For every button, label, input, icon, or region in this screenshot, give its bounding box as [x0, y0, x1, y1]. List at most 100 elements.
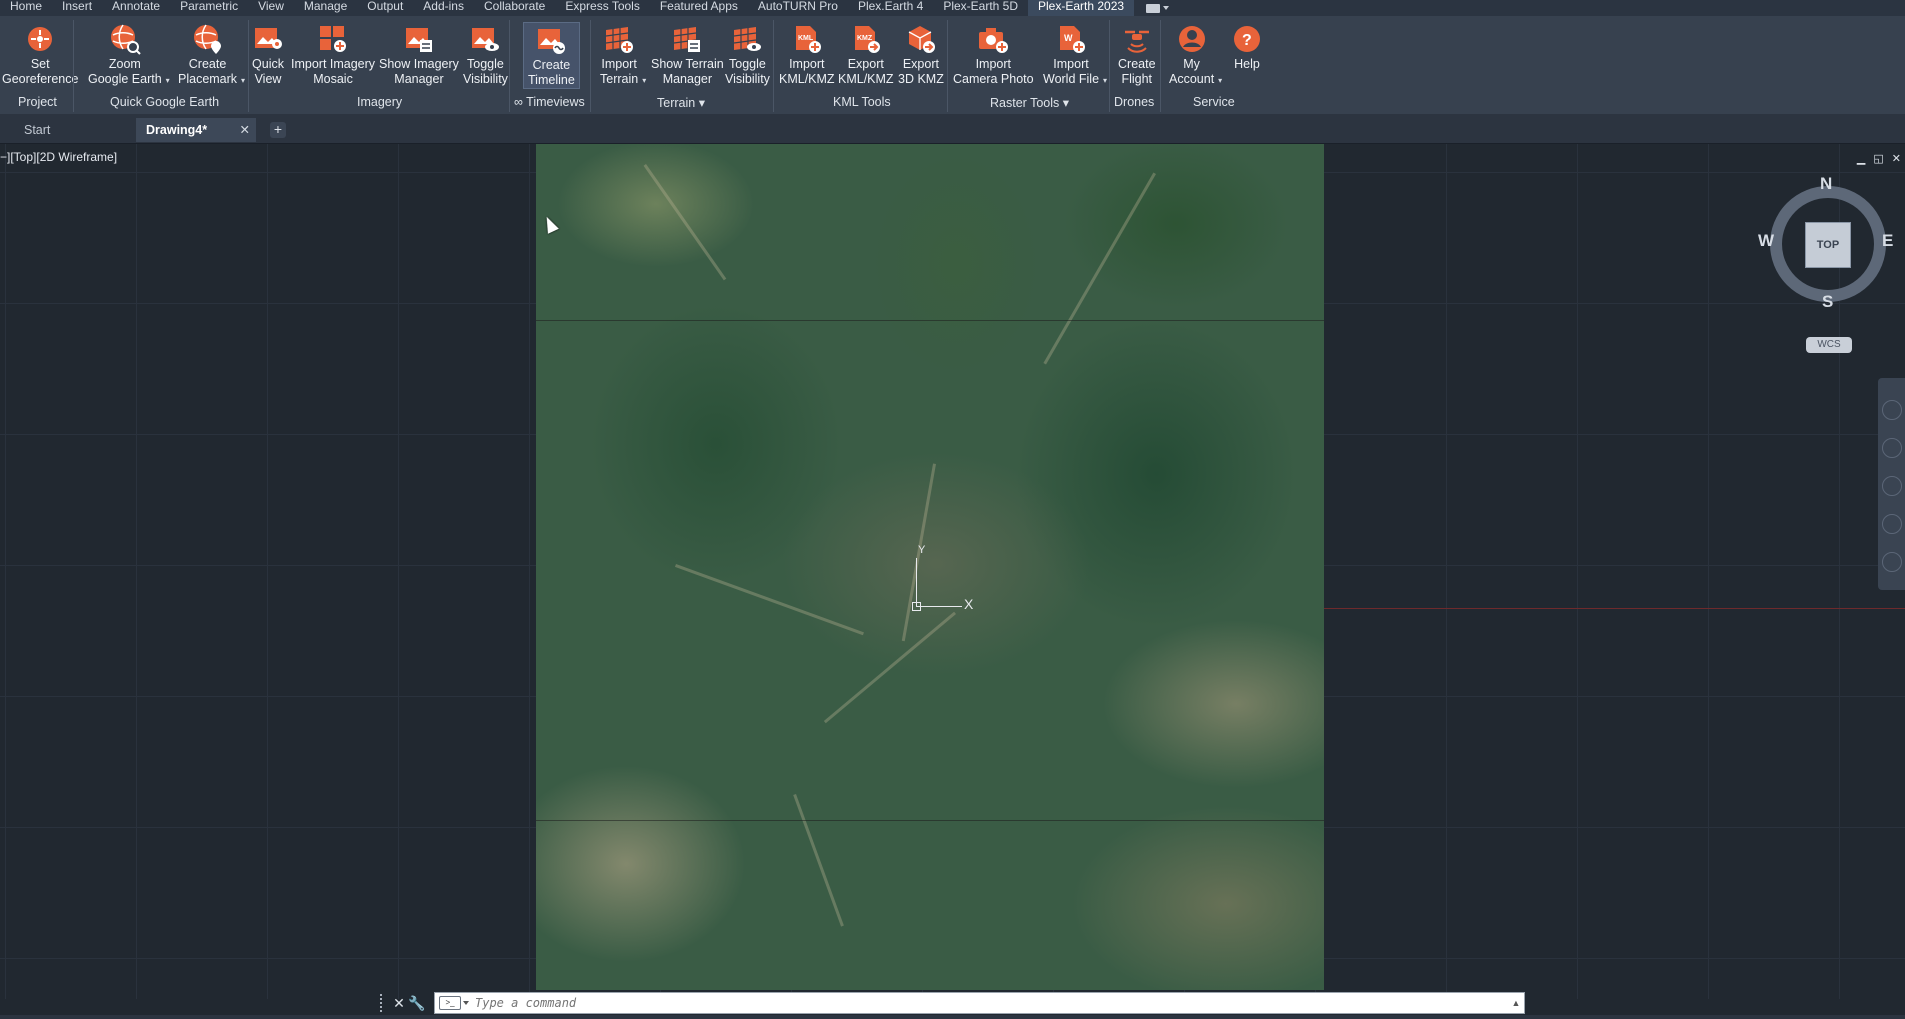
import-terrain-button[interactable]: Import Terrain ▾ [600, 22, 646, 87]
tab-add-ins[interactable]: Add-ins [413, 0, 474, 16]
tab-home[interactable]: Home [0, 0, 52, 16]
terrain-eye-icon [730, 22, 764, 56]
tab-manage[interactable]: Manage [294, 0, 357, 16]
kmz-export-icon: KMZ [849, 22, 883, 56]
command-line: ✕ 🔧 >_ ▲ [380, 991, 1525, 1015]
import-imagery-mosaic-button[interactable]: Import Imagery Mosaic [291, 22, 375, 87]
tab-plex-earth-4[interactable]: Plex.Earth 4 [848, 0, 933, 16]
show-terrain-manager-button[interactable]: Show Terrain Manager [651, 22, 724, 87]
compass-west[interactable]: W [1758, 231, 1774, 251]
dropdown-arrow-icon: ▾ [165, 76, 170, 85]
panel-divider [1160, 20, 1161, 112]
tile-seam [536, 320, 1324, 321]
ribbon-display-toggle[interactable] [1146, 2, 1174, 14]
minimize-icon[interactable]: ▁ [1857, 152, 1865, 165]
help-icon: ? [1230, 22, 1264, 56]
tab-annotate[interactable]: Annotate [102, 0, 170, 16]
restore-icon[interactable]: ◱ [1873, 152, 1883, 165]
close-icon[interactable]: ✕ [390, 995, 408, 1012]
chevron-up-icon[interactable]: ▲ [1508, 998, 1524, 1008]
tab-start[interactable]: Start [14, 118, 134, 142]
timeline-icon [534, 23, 568, 57]
tab-insert[interactable]: Insert [52, 0, 102, 16]
quick-view-button[interactable]: Quick View [251, 22, 285, 87]
dropdown-arrow-icon: ▾ [642, 76, 647, 85]
set-georeference-button[interactable]: Set Georeference [2, 22, 78, 87]
create-flight-button[interactable]: Create Flight [1118, 22, 1156, 87]
chevron-down-icon: ▾ [698, 96, 705, 110]
show-imagery-manager-button[interactable]: Show Imagery Manager [379, 22, 459, 87]
create-placemark-button[interactable]: Create Placemark ▾ [178, 22, 245, 87]
dropdown-arrow-icon: ▾ [241, 76, 246, 85]
export-kml-button[interactable]: KMZ Export KML/KMZ [838, 22, 894, 87]
close-icon[interactable]: ✕ [1892, 152, 1901, 165]
terrain-ridge [1043, 172, 1156, 365]
chevron-down-icon[interactable] [463, 1001, 469, 1005]
wcs-menu[interactable]: WCS [1806, 337, 1852, 353]
camera-icon [976, 22, 1010, 56]
viewport-label[interactable]: −][Top][2D Wireframe] [0, 150, 117, 164]
create-timeline-button[interactable]: Create Timeline [523, 22, 580, 89]
zoom-icon[interactable] [1882, 476, 1902, 496]
import-kml-button[interactable]: KML Import KML/KMZ [779, 22, 835, 87]
tab-view[interactable]: View [248, 0, 294, 16]
dropdown-arrow-icon: ▾ [1103, 76, 1108, 85]
tile-seam [536, 820, 1324, 821]
panel-toggle-icon [1146, 3, 1161, 13]
close-icon[interactable]: ✕ [240, 118, 250, 142]
steering-wheel-icon[interactable] [1882, 400, 1902, 420]
svg-text:?: ? [1242, 32, 1252, 49]
panel-divider [73, 20, 74, 112]
panel-title-raster-tools[interactable]: Raster Tools ▾ [990, 95, 1069, 110]
ribbon-tab-bar: Home Insert Annotate Parametric View Man… [0, 0, 1905, 16]
command-input[interactable] [475, 996, 1508, 1010]
drawing-canvas[interactable]: −][Top][2D Wireframe] Y X ▁ ◱ ✕ TOP N S … [0, 144, 1905, 999]
compass-north[interactable]: N [1820, 174, 1832, 194]
mosaic-icon [316, 22, 350, 56]
import-world-file-button[interactable]: W Import World File ▾ [1043, 22, 1107, 87]
tab-output[interactable]: Output [357, 0, 413, 16]
import-camera-photo-button[interactable]: Import Camera Photo [953, 22, 1034, 87]
compass-east[interactable]: E [1882, 231, 1893, 251]
image-pin-icon [251, 22, 285, 56]
export-3d-kmz-button[interactable]: Export 3D KMZ [898, 22, 944, 87]
svg-text:KML: KML [798, 35, 814, 42]
ucs-icon: Y X [912, 544, 982, 614]
tab-plex-earth-5d[interactable]: Plex-Earth 5D [933, 0, 1028, 16]
showmotion-icon[interactable] [1882, 552, 1902, 572]
toggle-visibility-imagery-button[interactable]: Toggle Visibility [463, 22, 508, 87]
viewcube[interactable]: TOP N S W E [1758, 174, 1898, 314]
pan-icon[interactable] [1882, 438, 1902, 458]
tab-drawing4[interactable]: Drawing4* ✕ [136, 118, 256, 142]
document-tab-bar: Start Drawing4* ✕ + [0, 114, 1905, 144]
tab-parametric[interactable]: Parametric [170, 0, 248, 16]
panel-title-kml-tools: KML Tools [833, 95, 891, 109]
x-axis-line [1322, 608, 1905, 609]
panel-divider [509, 20, 510, 112]
panel-title-project: Project [18, 95, 57, 109]
help-button[interactable]: ? Help [1230, 22, 1264, 72]
tab-express-tools[interactable]: Express Tools [555, 0, 649, 16]
wrench-icon[interactable]: 🔧 [408, 995, 426, 1012]
panel-title-terrain[interactable]: Terrain ▾ [657, 95, 705, 110]
status-bar [0, 1015, 1905, 1019]
orbit-icon[interactable] [1882, 514, 1902, 534]
zoom-google-earth-button[interactable]: Zoom Google Earth ▾ [88, 22, 170, 87]
drag-handle[interactable] [380, 994, 386, 1012]
viewcube-top-face[interactable]: TOP [1805, 222, 1851, 268]
tab-plex-earth-2023[interactable]: Plex-Earth 2023 [1028, 0, 1135, 16]
panel-title-drones: Drones [1114, 95, 1155, 109]
command-prompt-icon[interactable]: >_ [439, 996, 461, 1010]
toggle-visibility-terrain-button[interactable]: Toggle Visibility [725, 22, 770, 87]
my-account-button[interactable]: My Account ▾ [1169, 22, 1222, 87]
command-input-box[interactable]: >_ ▲ [434, 992, 1525, 1014]
user-account-icon [1175, 22, 1209, 56]
navigation-bar [1878, 378, 1905, 590]
panel-title-quick-google-earth: Quick Google Earth [110, 95, 220, 109]
tab-collaborate[interactable]: Collaborate [474, 0, 555, 16]
compass-south[interactable]: S [1822, 292, 1833, 312]
tab-autoturn-pro[interactable]: AutoTURN Pro [748, 0, 848, 16]
tab-featured-apps[interactable]: Featured Apps [650, 0, 748, 16]
svg-text:W: W [1064, 33, 1073, 43]
new-tab-button[interactable]: + [270, 122, 286, 138]
